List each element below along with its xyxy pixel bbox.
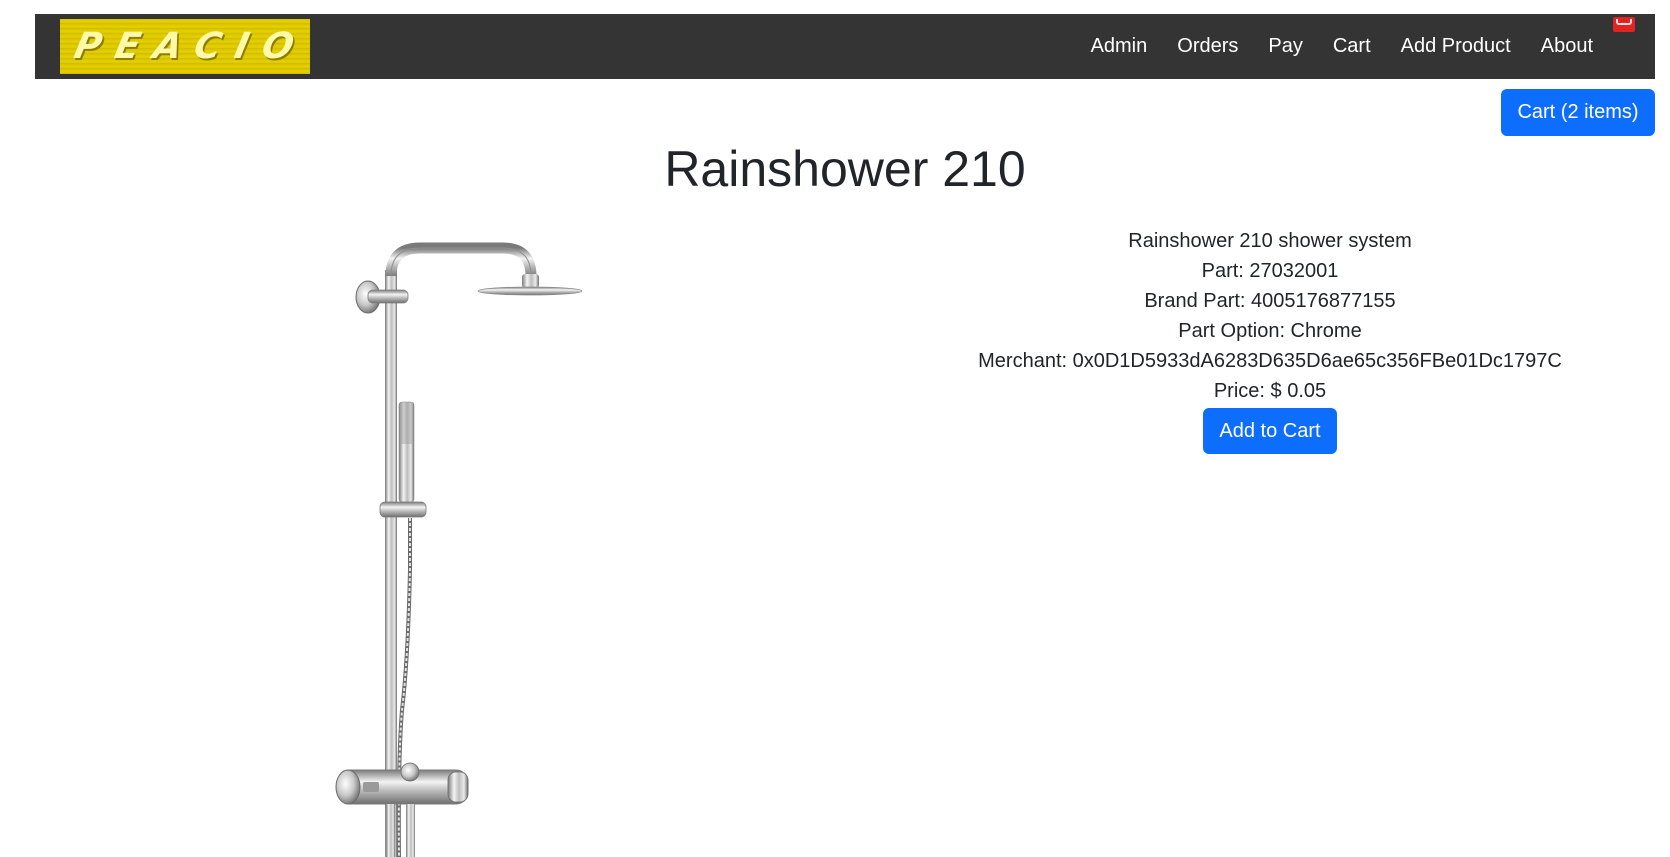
shower-system-image (335, 242, 583, 857)
product-title: Rainshower 210 (664, 141, 1026, 197)
product-brand-part: Brand Part: 4005176877155 (1144, 290, 1396, 312)
product-description: Rainshower 210 shower system (1128, 230, 1412, 252)
brand-logo-text: PEACIO (70, 26, 310, 67)
product-part: Part: 27032001 (1201, 260, 1339, 282)
nav-link-orders[interactable]: Orders (1177, 35, 1238, 58)
nav-links: Admin Orders Pay Cart Add Product About (1061, 14, 1593, 79)
nav-link-add-product[interactable]: Add Product (1401, 35, 1511, 58)
product-merchant: Merchant: 0x0D1D5933dA6283D635D6ae65c356… (978, 350, 1562, 372)
cart-count-button[interactable]: Cart (2 items) (1501, 89, 1655, 136)
product-details: Rainshower 210 shower system Part: 27032… (880, 226, 1660, 454)
product-price: Price: $ 0.05 (1213, 380, 1327, 402)
nav-link-pay[interactable]: Pay (1268, 35, 1302, 58)
add-to-cart-button[interactable]: Add to Cart (1203, 408, 1337, 454)
envelope-icon[interactable] (1613, 17, 1635, 32)
product-part-option: Part Option: Chrome (1178, 320, 1362, 342)
nav-link-about[interactable]: About (1541, 35, 1593, 58)
nav-link-cart[interactable]: Cart (1333, 35, 1371, 58)
brand-logo[interactable]: PEACIO (60, 19, 310, 74)
nav-link-admin[interactable]: Admin (1091, 35, 1148, 58)
page: PEACIO Admin Orders Pay Cart Add Product… (0, 0, 1670, 857)
top-navbar: PEACIO Admin Orders Pay Cart Add Product… (35, 14, 1655, 79)
